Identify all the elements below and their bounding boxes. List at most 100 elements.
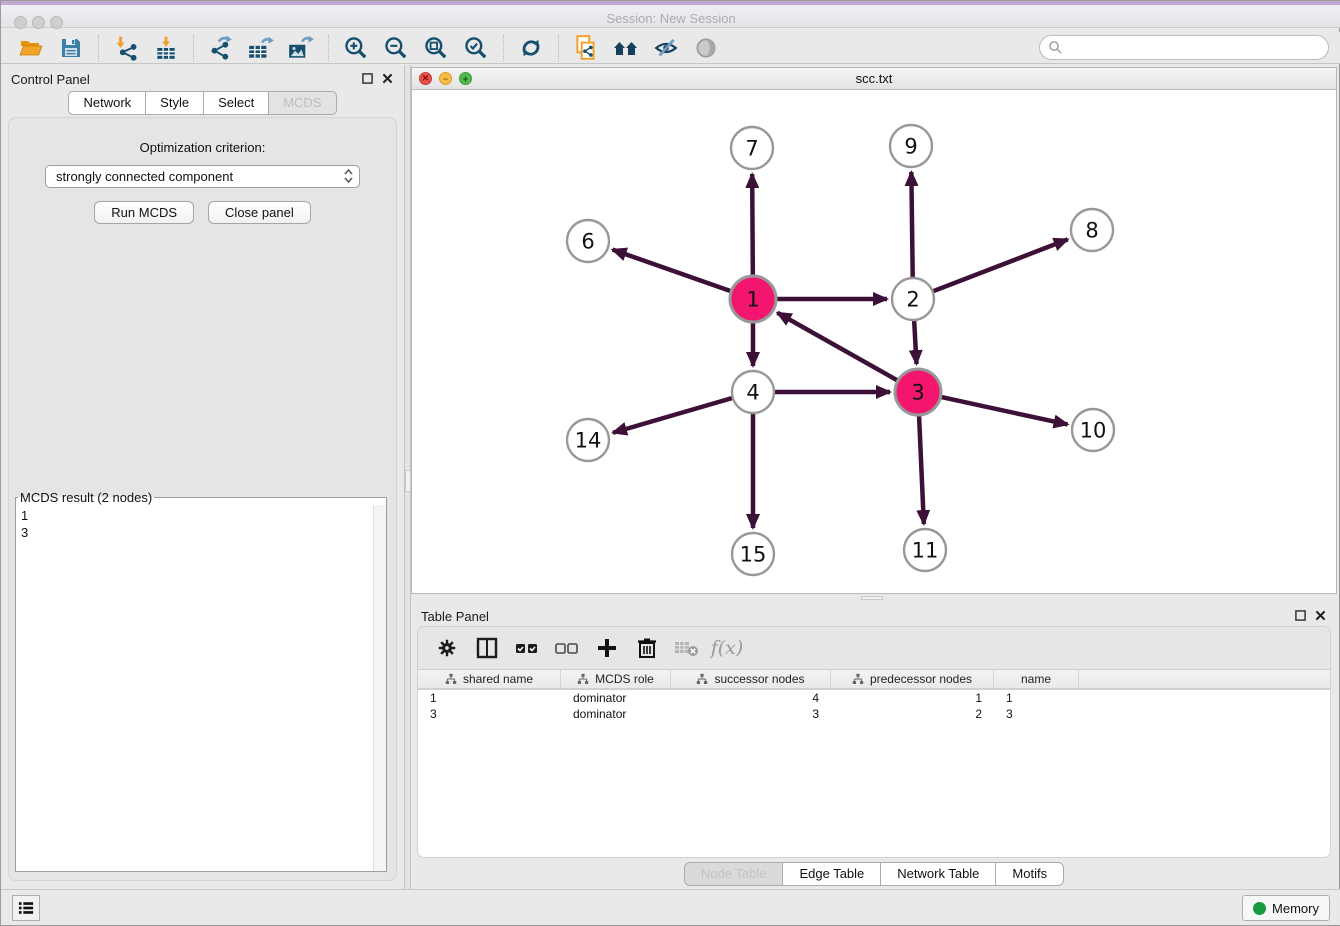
zoom-out-icon[interactable] xyxy=(379,34,413,62)
table-panel-title: Table Panel xyxy=(421,609,489,624)
zoom-fit-icon[interactable] xyxy=(419,34,453,62)
window-titlebar: Session: New Session xyxy=(1,1,1340,28)
column-label: predecessor nodes xyxy=(870,672,972,686)
tab-network[interactable]: Network xyxy=(68,91,145,115)
export-image-icon[interactable] xyxy=(284,34,318,62)
deselect-all-icon[interactable] xyxy=(552,633,582,663)
close-panel-icon[interactable] xyxy=(380,71,394,85)
duplicate-network-icon[interactable] xyxy=(569,34,603,62)
refresh-view-icon[interactable] xyxy=(514,34,548,62)
table-header-row: shared nameMCDS rolesuccessor nodes prede… xyxy=(418,670,1330,690)
horizontal-split-divider[interactable] xyxy=(411,594,1337,602)
delete-row-icon[interactable] xyxy=(632,633,662,663)
split-handle[interactable] xyxy=(861,596,883,600)
graph-node-label-4: 4 xyxy=(746,381,759,405)
graph-edge-3-1[interactable] xyxy=(777,313,897,380)
search-input[interactable] xyxy=(1063,38,1328,58)
column-header-successor-nodes[interactable]: successor nodes xyxy=(671,670,831,688)
cell-successor-nodes[interactable]: 4 xyxy=(671,690,831,706)
tab-edge-table[interactable]: Edge Table xyxy=(782,862,880,886)
tab-node-table[interactable]: Node Table xyxy=(684,862,783,886)
memory-status-icon xyxy=(1253,902,1266,915)
zoom-selected-icon[interactable] xyxy=(459,34,493,62)
column-header-shared-name[interactable]: shared name xyxy=(418,670,561,688)
graph-edge-1-7[interactable] xyxy=(752,174,753,275)
table-row[interactable]: 1dominator411 xyxy=(418,690,1330,706)
export-network-icon[interactable] xyxy=(204,34,238,62)
toolbar-separator xyxy=(98,35,99,61)
tab-motifs[interactable]: Motifs xyxy=(995,862,1064,886)
optimization-criterion-label: Optimization criterion: xyxy=(9,140,396,155)
graph-node-label-1: 1 xyxy=(746,288,759,312)
cell-MCDS-role[interactable]: dominator xyxy=(561,706,671,722)
show-graphics-details-icon[interactable] xyxy=(689,34,723,62)
table-toolbar: f(x) xyxy=(418,627,1330,669)
graph-node-label-8: 8 xyxy=(1085,219,1098,243)
mcds-result-box: MCDS result (2 nodes) 13 xyxy=(15,490,387,872)
cell-MCDS-role[interactable]: dominator xyxy=(561,690,671,706)
column-type-icon xyxy=(696,673,708,685)
cell-name[interactable]: 1 xyxy=(994,690,1079,706)
float-panel-icon[interactable] xyxy=(360,71,374,85)
cell-predecessor-nodes[interactable]: 2 xyxy=(831,706,994,722)
cell-predecessor-nodes[interactable]: 1 xyxy=(831,690,994,706)
hide-edge-details-icon[interactable] xyxy=(649,34,683,62)
export-table-icon[interactable] xyxy=(244,34,278,62)
delete-table-icon xyxy=(672,633,702,663)
function-builder-icon: f(x) xyxy=(712,633,742,663)
column-header-name[interactable]: name xyxy=(994,670,1079,688)
import-table-icon[interactable] xyxy=(149,34,183,62)
network-window-titlebar[interactable]: ✕ − + scc.txt xyxy=(412,68,1336,90)
network-canvas[interactable]: 1234678910111415 xyxy=(412,90,1336,593)
home-layout-icon[interactable] xyxy=(609,34,643,62)
graph-edge-3-11[interactable] xyxy=(919,416,924,524)
table-row[interactable]: 3dominator323 xyxy=(418,706,1330,722)
column-header-MCDS-role[interactable]: MCDS role xyxy=(561,670,671,688)
search-field[interactable] xyxy=(1039,35,1329,60)
column-header-predecessor-nodes[interactable]: predecessor nodes xyxy=(831,670,994,688)
column-type-icon xyxy=(445,673,457,685)
control-panel: Control Panel NetworkStyleSelectMCDS Opt… xyxy=(1,65,405,891)
control-panel-title: Control Panel xyxy=(11,72,90,87)
graph-edge-2-9[interactable] xyxy=(911,172,912,277)
toolbar-separator xyxy=(193,35,194,61)
run-mcds-button[interactable]: Run MCDS xyxy=(94,201,194,224)
tab-mcds[interactable]: MCDS xyxy=(268,91,336,115)
criterion-dropdown[interactable]: strongly connected component xyxy=(45,165,360,188)
graph-node-label-15: 15 xyxy=(740,543,767,567)
float-panel-icon[interactable] xyxy=(1293,608,1307,622)
tab-network-table[interactable]: Network Table xyxy=(880,862,995,886)
cell-shared-name[interactable]: 3 xyxy=(418,706,561,722)
cell-shared-name[interactable]: 1 xyxy=(418,690,561,706)
close-panel-icon[interactable] xyxy=(1313,608,1327,622)
graph-edge-2-8[interactable] xyxy=(934,239,1068,291)
window-title: Session: New Session xyxy=(1,11,1340,26)
graph-edge-2-3[interactable] xyxy=(914,321,916,364)
toolbar-separator xyxy=(503,35,504,61)
zoom-in-icon[interactable] xyxy=(339,34,373,62)
tab-style[interactable]: Style xyxy=(145,91,203,115)
dropdown-stepper-icon xyxy=(344,168,353,184)
save-session-icon[interactable] xyxy=(54,34,88,62)
graph-edge-4-14[interactable] xyxy=(613,398,732,433)
tab-select[interactable]: Select xyxy=(203,91,268,115)
add-row-icon[interactable] xyxy=(592,633,622,663)
select-all-icon[interactable] xyxy=(512,633,542,663)
graph-node-label-11: 11 xyxy=(912,539,939,563)
graph-edge-3-10[interactable] xyxy=(941,397,1067,424)
cell-name[interactable]: 3 xyxy=(994,706,1079,722)
column-visibility-icon[interactable] xyxy=(472,633,502,663)
task-history-button[interactable] xyxy=(12,895,40,921)
toolbar-separator xyxy=(328,35,329,61)
memory-button[interactable]: Memory xyxy=(1242,895,1330,921)
mcds-panel: Optimization criterion: strongly connect… xyxy=(8,117,397,881)
result-scrollbar[interactable] xyxy=(373,505,386,871)
close-panel-button[interactable]: Close panel xyxy=(208,201,311,224)
graph-edge-1-6[interactable] xyxy=(613,250,731,291)
memory-label: Memory xyxy=(1272,901,1319,916)
main-toolbar xyxy=(1,32,1340,64)
open-session-icon[interactable] xyxy=(14,34,48,62)
cell-successor-nodes[interactable]: 3 xyxy=(671,706,831,722)
import-network-icon[interactable] xyxy=(109,34,143,62)
settings-gear-icon[interactable] xyxy=(432,633,462,663)
